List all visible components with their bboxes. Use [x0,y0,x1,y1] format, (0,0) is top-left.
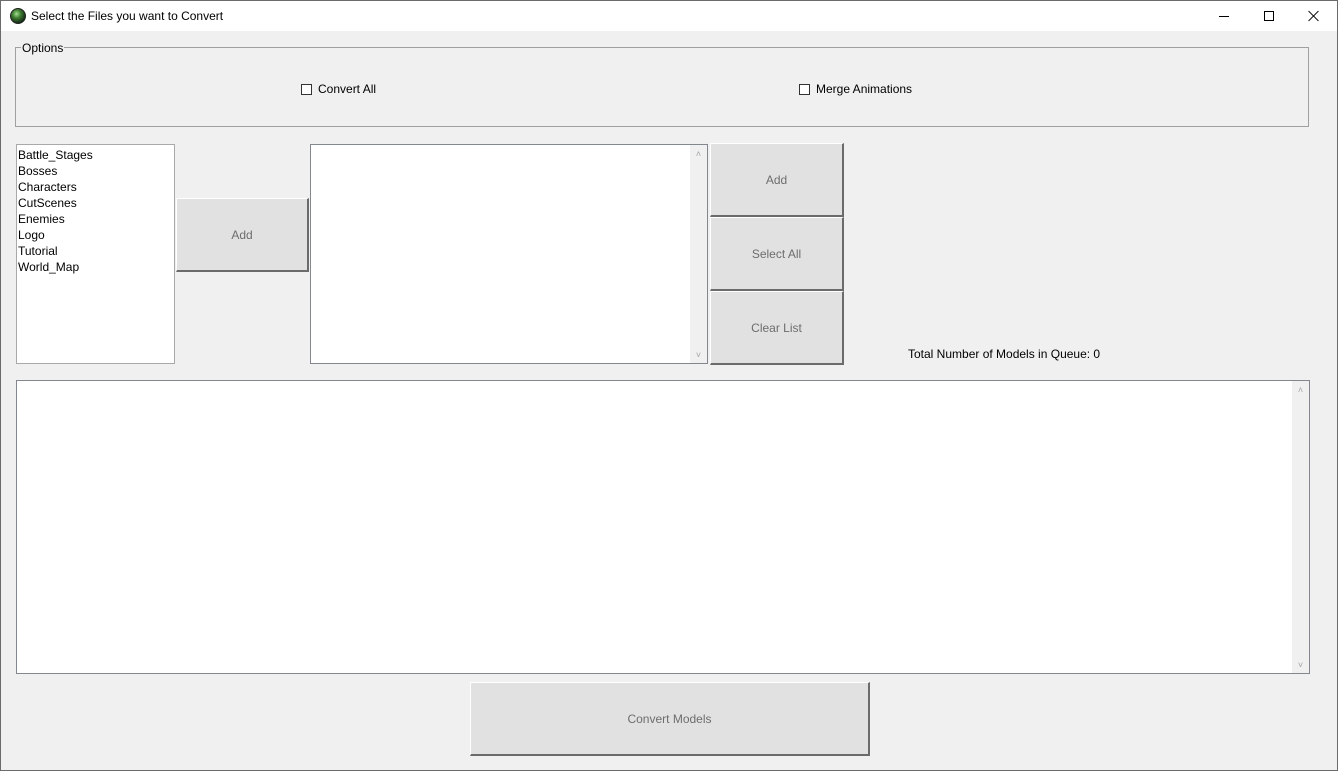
queue-scrollbar[interactable]: ˄ ˅ [690,145,707,363]
app-icon [10,8,26,24]
close-icon [1308,10,1320,22]
list-item[interactable]: Tutorial [17,243,174,259]
scroll-up-icon[interactable]: ˄ [690,145,707,162]
list-item[interactable]: Bosses [17,163,174,179]
log-textbox[interactable]: ˄ ˅ [16,380,1310,674]
merge-animations-checkbox[interactable] [799,83,810,95]
options-groupbox [15,47,1309,127]
title-bar[interactable]: Select the Files you want to Convert [1,1,1337,31]
merge-animations-label: Merge Animations [816,82,913,96]
scroll-down-icon[interactable]: ˅ [690,346,707,363]
list-item[interactable]: Enemies [17,211,174,227]
add-folder-button[interactable]: Add [176,198,309,272]
convert-models-button[interactable]: Convert Models [470,682,870,756]
converter-window: Select the Files you want to Convert Opt… [0,0,1338,771]
convert-all-label: Convert All [318,82,377,96]
scroll-down-icon[interactable]: ˅ [1292,656,1309,673]
maximize-icon [1264,11,1274,21]
list-item[interactable]: Battle_Stages [17,147,174,163]
minimize-button[interactable] [1201,1,1247,31]
convert-all-option[interactable]: Convert All [301,82,376,96]
maximize-button[interactable] [1246,1,1292,31]
select-all-button[interactable]: Select All [710,217,844,291]
list-item[interactable]: Logo [17,227,174,243]
options-legend: Options [21,41,65,55]
log-scrollbar[interactable]: ˄ ˅ [1292,381,1309,673]
queue-list[interactable]: ˄ ˅ [310,144,708,364]
convert-all-checkbox[interactable] [301,83,312,95]
close-button[interactable] [1291,1,1337,31]
add-button[interactable]: Add [710,143,844,217]
minimize-icon [1219,15,1229,17]
folder-list[interactable]: Battle_Stages Bosses Characters CutScene… [16,144,175,364]
window-title: Select the Files you want to Convert [31,9,224,23]
list-item[interactable]: CutScenes [17,195,174,211]
list-item[interactable]: World_Map [17,259,174,275]
scroll-up-icon[interactable]: ˄ [1292,381,1309,398]
clear-list-button[interactable]: Clear List [710,291,844,365]
list-item[interactable]: Characters [17,179,174,195]
queue-count-label: Total Number of Models in Queue: 0 [908,347,1101,361]
merge-animations-option[interactable]: Merge Animations [799,82,912,96]
